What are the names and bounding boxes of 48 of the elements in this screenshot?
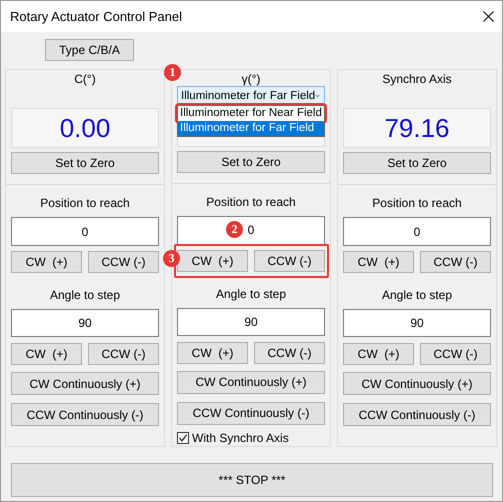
angle-value: 0.00 [60,112,110,144]
step-button[interactable]: CCW (-) [88,343,159,365]
close-icon[interactable] [483,11,494,22]
set-zero-button[interactable]: Set to Zero [343,152,491,174]
set-zero-button[interactable]: Set to Zero [11,152,159,174]
step-button[interactable]: CW (+) [177,342,248,364]
annotation-badge: 1 [164,64,181,81]
annotation-badge: 3 [163,250,180,267]
stop-button[interactable]: *** STOP *** [11,463,493,497]
angle-step-label: Angle to step [380,287,454,303]
angle-step-label: Angle to step [48,287,122,303]
position-field[interactable]: 0 [343,217,491,246]
position-field[interactable]: 0 [11,217,159,246]
continuous-button[interactable]: CW Continuously (+) [11,372,159,395]
axis-header: γ(°) [240,72,262,86]
position-label: Position to reach [39,195,131,211]
rotate-button[interactable]: CW (+) [177,250,248,272]
sensor-dropdown[interactable]: Illuminometer for Far Field [177,86,325,105]
rotate-button[interactable]: CW (+) [11,251,82,273]
continuous-button[interactable]: CW Continuously (+) [343,372,491,395]
angle-step-field[interactable]: 90 [343,309,491,337]
rotate-button[interactable]: CCW (-) [254,250,325,272]
checkbox-label: With Synchro Axis [192,431,289,446]
checkbox[interactable] [177,432,189,444]
dropdown-option[interactable]: Illuminometer for Far Field [178,121,324,136]
rotate-button[interactable]: CCW (-) [88,251,159,273]
position-label: Position to reach [205,194,297,210]
continuous-button[interactable]: CCW Continuously (-) [11,403,159,426]
continuous-button[interactable]: CCW Continuously (-) [177,402,325,425]
step-button[interactable]: CCW (-) [420,343,491,365]
step-button[interactable]: CW (+) [343,343,414,365]
step-button[interactable]: CCW (-) [254,342,325,364]
angle-value: 79.16 [384,112,450,144]
chevron-down-icon [315,92,320,98]
angle-step-field[interactable]: 90 [11,309,159,337]
axis-header: Synchro Axis [381,72,453,86]
position-label: Position to reach [371,195,463,211]
window-title: Rotary Actuator Control Panel [10,9,182,24]
rotate-button[interactable]: CCW (-) [420,251,491,273]
angle-step-field[interactable]: 90 [177,308,325,336]
rotate-button[interactable]: CW (+) [343,251,414,273]
continuous-button[interactable]: CW Continuously (+) [177,370,325,394]
axis-header: C(°) [73,72,97,86]
angle-step-label: Angle to step [214,286,288,302]
continuous-button[interactable]: CCW Continuously (-) [343,403,491,426]
set-zero-button[interactable]: Set to Zero [177,150,325,173]
type-button[interactable]: Type C/B/A [45,39,134,61]
step-button[interactable]: CW (+) [11,343,82,365]
